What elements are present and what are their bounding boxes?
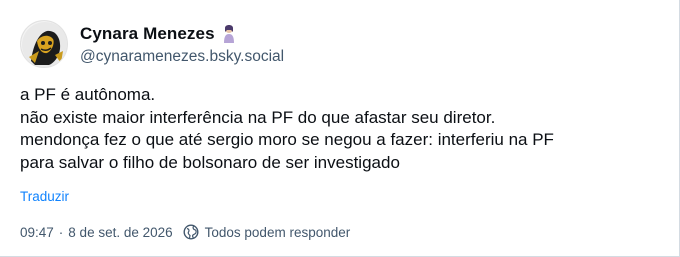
- translate-link[interactable]: Traduzir: [20, 189, 69, 204]
- woman-emoji-icon: [222, 24, 236, 44]
- post-text-line: mendonça fez o que até sergio moro se ne…: [20, 130, 554, 149]
- post-text-line: para salvar o filho de bolsonaro de ser …: [20, 152, 400, 172]
- post-meta: 09:47 · 8 de set. de 2026 Todos podem re…: [20, 223, 350, 241]
- author-info: Cynara Menezes @cynaramenezes.bsky.socia…: [80, 23, 284, 66]
- post-time[interactable]: 09:47: [20, 225, 54, 240]
- author-handle[interactable]: @cynaramenezes.bsky.social: [80, 48, 284, 66]
- post-text-line: a PF é autônoma.: [20, 85, 156, 104]
- earth-icon: [183, 224, 199, 240]
- reply-setting-label: Todos podem responder: [204, 224, 351, 240]
- post-card[interactable]: Cynara Menezes @cynaramenezes.bsky.socia…: [0, 0, 680, 257]
- avatar[interactable]: [20, 20, 68, 68]
- post-text-line: não existe maior interferência na PF do …: [20, 107, 496, 127]
- author-display-name[interactable]: Cynara Menezes: [80, 24, 215, 44]
- reply-setting-button[interactable]: Todos podem responder: [183, 224, 351, 240]
- post-date[interactable]: 8 de set. de 2026: [68, 225, 172, 240]
- meta-separator: ·: [58, 224, 64, 240]
- author-name-row: Cynara Menezes: [80, 23, 284, 45]
- post-text: a PF é autônoma. não existe maior interf…: [20, 84, 660, 174]
- post-header: Cynara Menezes @cynaramenezes.bsky.socia…: [20, 18, 284, 70]
